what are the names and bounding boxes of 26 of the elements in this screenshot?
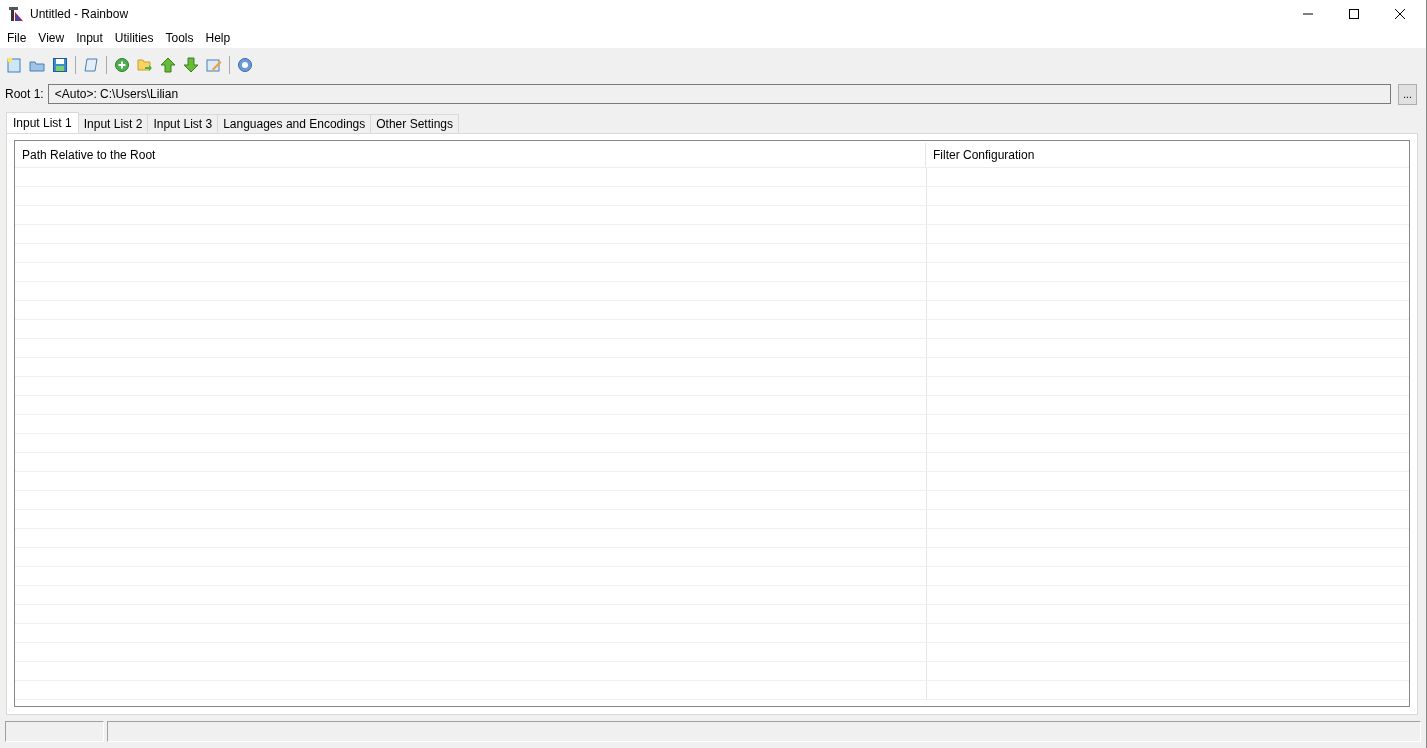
- help-icon[interactable]: [237, 57, 253, 73]
- tab[interactable]: Languages and Encodings: [217, 114, 372, 133]
- column-header[interactable]: Path Relative to the Root: [15, 143, 926, 167]
- menu-item[interactable]: Tools: [159, 31, 200, 45]
- column-header[interactable]: Filter Configuration: [926, 148, 1409, 162]
- menu-item[interactable]: Help: [199, 31, 237, 45]
- root-label: Root 1:: [5, 87, 44, 101]
- close-icon[interactable]: [1394, 8, 1406, 20]
- tab[interactable]: Input List 2: [77, 114, 149, 133]
- window-title: Untitled - Rainbow: [30, 7, 129, 21]
- save-icon[interactable]: [52, 57, 68, 73]
- menu-item[interactable]: View: [32, 31, 71, 45]
- menu-item[interactable]: Input: [70, 31, 109, 45]
- up-arrow-icon[interactable]: [160, 57, 176, 73]
- add-icon[interactable]: [114, 57, 130, 73]
- tab[interactable]: Other Settings: [370, 114, 459, 133]
- maximize-icon[interactable]: [1348, 8, 1360, 20]
- tab[interactable]: Input List 3: [147, 114, 219, 133]
- down-arrow-icon[interactable]: [183, 57, 199, 73]
- tab[interactable]: Input List 1: [6, 112, 79, 133]
- app-logo-icon: [8, 6, 24, 22]
- folder-arrow-icon[interactable]: [137, 57, 153, 73]
- root-path-field[interactable]: <Auto>: C:\Users\Lilian: [47, 84, 1391, 104]
- menu-item[interactable]: File: [1, 31, 33, 45]
- menu-item[interactable]: Utilities: [108, 31, 160, 45]
- browse-button[interactable]: ...: [1398, 83, 1417, 105]
